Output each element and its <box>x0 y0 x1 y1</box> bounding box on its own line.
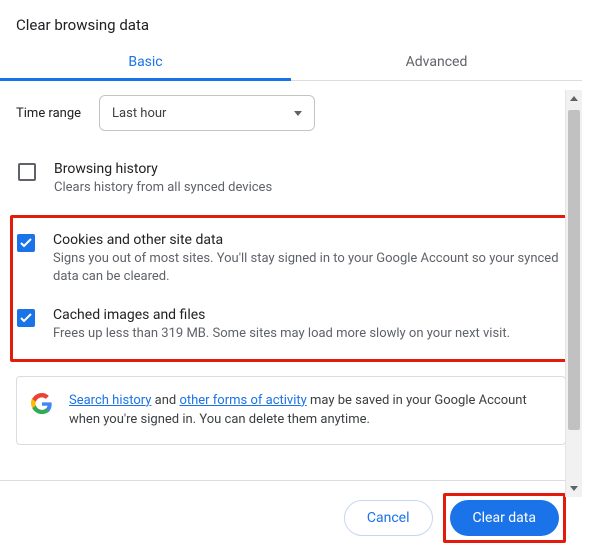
time-range-label: Time range <box>16 106 81 121</box>
option-desc: Frees up less than 319 MB. Some sites ma… <box>53 325 510 343</box>
tab-label: Basic <box>128 54 162 70</box>
option-desc: Clears history from all synced devices <box>54 179 272 197</box>
triangle-down-icon <box>570 486 578 491</box>
triangle-up-icon <box>570 96 578 101</box>
cancel-button[interactable]: Cancel <box>344 500 433 536</box>
checkbox-cache[interactable] <box>17 309 35 327</box>
checkbox-cookies[interactable] <box>17 234 35 252</box>
scrollbar-thumb[interactable] <box>568 110 580 430</box>
time-range-row: Time range Last hour <box>16 95 566 131</box>
tabs: Basic Advanced <box>0 44 582 81</box>
chevron-down-icon <box>294 111 302 116</box>
clear-browsing-data-dialog: Clear browsing data Basic Advanced Time … <box>0 0 582 555</box>
google-account-info-box: Search history and other forms of activi… <box>16 376 566 445</box>
scroll-down-button[interactable] <box>566 480 582 497</box>
time-range-value: Last hour <box>112 106 166 121</box>
tab-label: Advanced <box>406 54 468 70</box>
annotation-highlight-clear-button: Clear data <box>443 493 566 543</box>
option-title: Browsing history <box>54 161 272 177</box>
option-title: Cookies and other site data <box>53 232 563 248</box>
dialog-title: Clear browsing data <box>0 0 582 44</box>
time-range-select[interactable]: Last hour <box>99 95 315 131</box>
info-text: Search history and other forms of activi… <box>69 391 551 430</box>
scroll-up-button[interactable] <box>566 90 582 107</box>
vertical-scrollbar[interactable] <box>565 90 582 497</box>
dialog-footer: Cancel Clear data <box>0 480 582 555</box>
link-other-activity[interactable]: other forms of activity <box>179 393 306 408</box>
option-title: Cached images and files <box>53 307 510 323</box>
option-desc: Signs you out of most sites. You'll stay… <box>53 250 563 286</box>
tab-advanced[interactable]: Advanced <box>291 44 582 80</box>
dialog-body: Time range Last hour Browsing history Cl… <box>0 81 582 480</box>
option-browsing-history[interactable]: Browsing history Clears history from all… <box>16 151 566 207</box>
option-cache[interactable]: Cached images and files Frees up less th… <box>17 297 563 353</box>
google-logo-icon <box>31 393 53 415</box>
option-cookies[interactable]: Cookies and other site data Signs you ou… <box>17 222 563 296</box>
checkbox-browsing-history[interactable] <box>18 163 36 181</box>
link-search-history[interactable]: Search history <box>69 393 151 408</box>
annotation-highlight-options: Cookies and other site data Signs you ou… <box>10 215 572 362</box>
tab-basic[interactable]: Basic <box>0 44 291 80</box>
clear-data-button[interactable]: Clear data <box>450 500 559 536</box>
